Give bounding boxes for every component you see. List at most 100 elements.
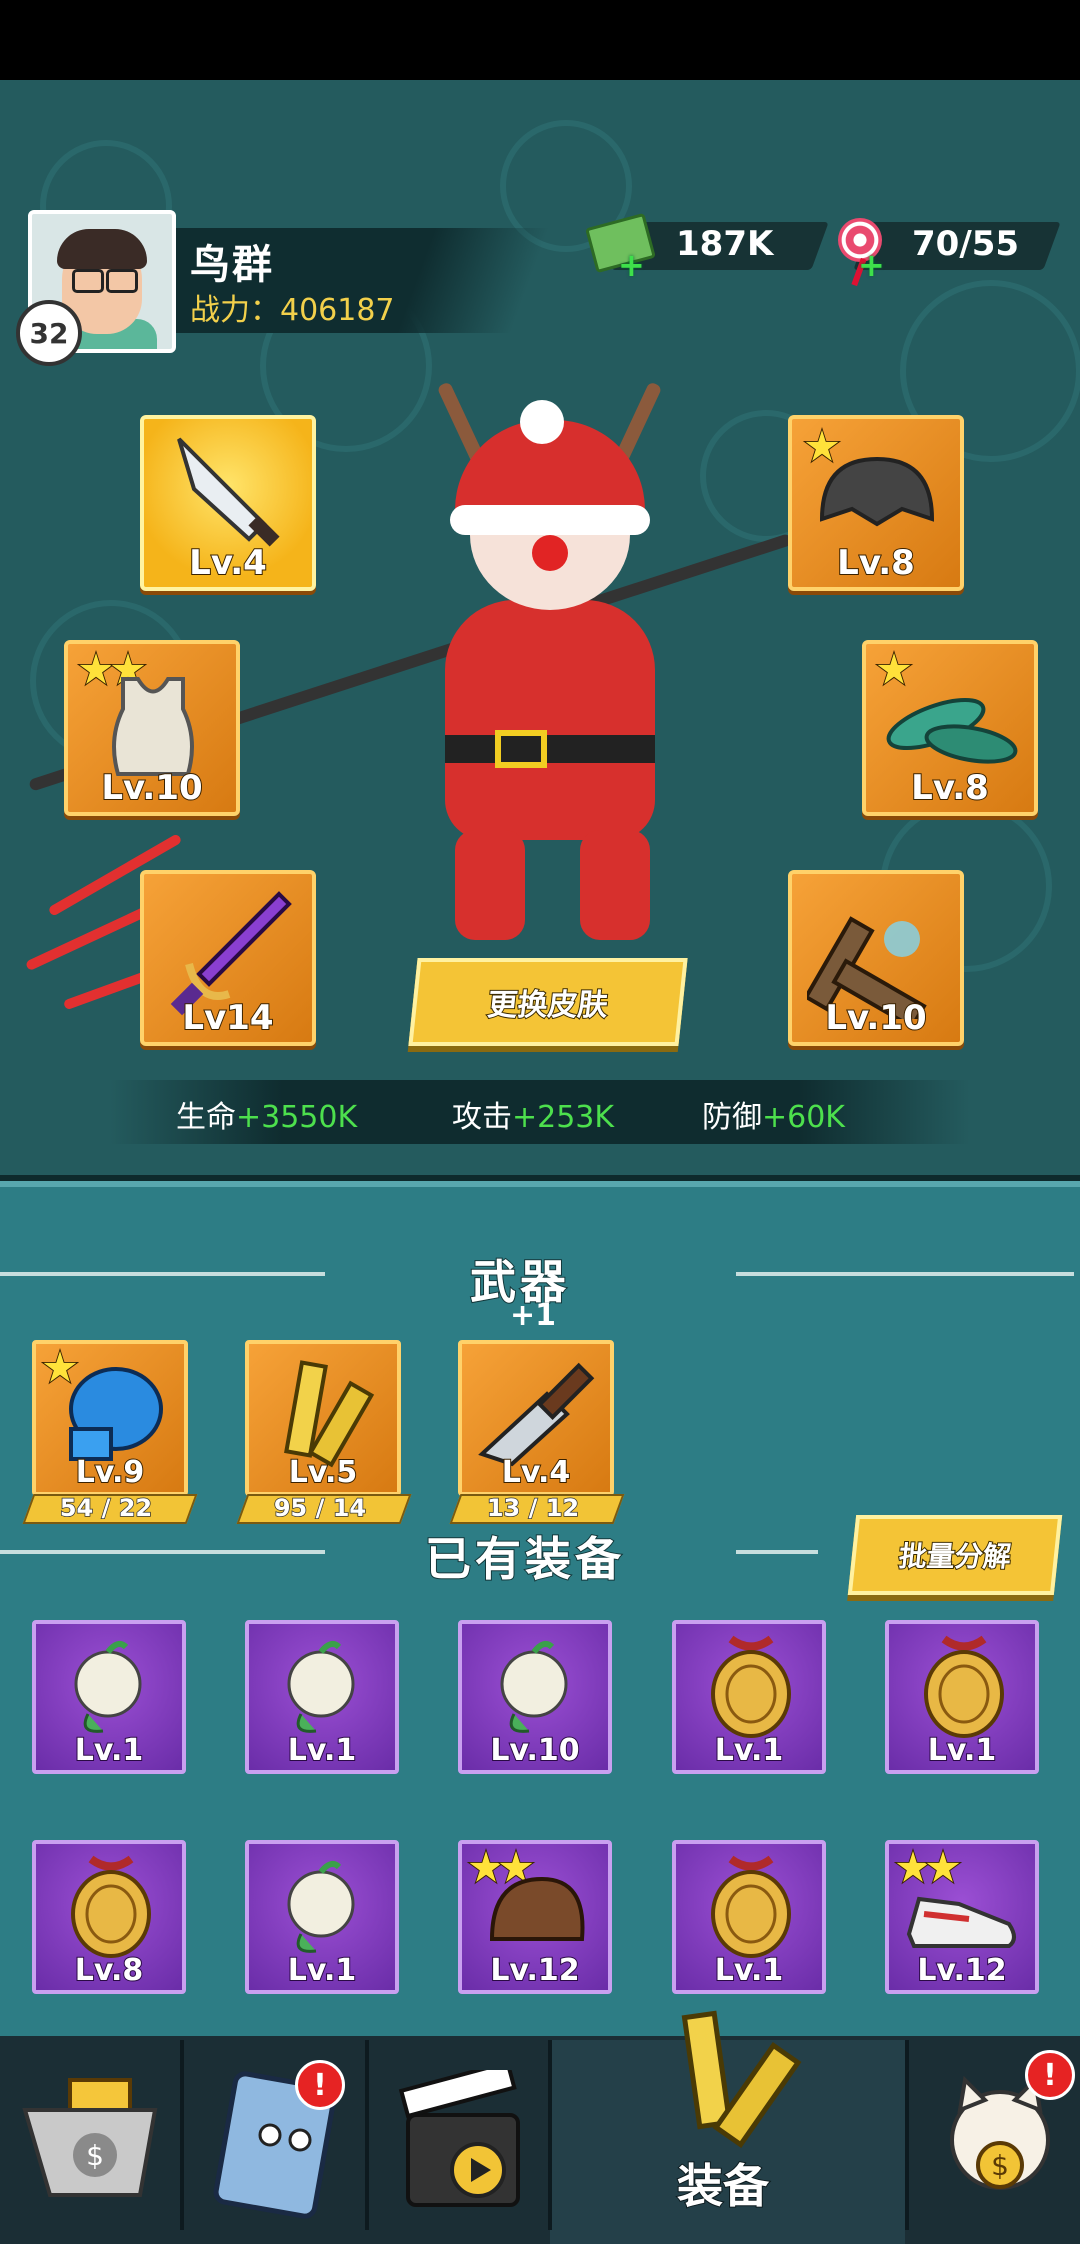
- slot-level: Lv.4: [188, 542, 268, 584]
- medal-icon: [711, 1855, 791, 1958]
- character-belt: [445, 735, 655, 763]
- status-bar: [0, 0, 1080, 80]
- inventory-item[interactable]: Lv.10: [458, 1620, 612, 1774]
- change-skin-button[interactable]: 更换皮肤: [408, 958, 688, 1046]
- nav-separator: [180, 2040, 184, 2230]
- slot-sword[interactable]: Lv14: [140, 870, 316, 1046]
- stat-hp-label: 生命: [176, 1100, 236, 1135]
- red-nose: [532, 535, 568, 571]
- inventory-item[interactable]: Lv.12: [458, 1840, 612, 1994]
- boxing-glove-icon: [69, 1367, 163, 1461]
- santa-hat-trim: [450, 505, 650, 535]
- character-body[interactable]: [445, 600, 655, 840]
- nav-tab-book[interactable]: !: [195, 2050, 360, 2230]
- combat-power: 战力：406187: [190, 285, 395, 329]
- divider-line: [0, 1550, 325, 1554]
- divider-line: [736, 1272, 1074, 1276]
- slot-weapon[interactable]: Lv.4: [140, 415, 316, 591]
- notification-badge: !: [295, 2060, 345, 2110]
- tank-top-icon: [112, 677, 194, 776]
- medal-icon: [924, 1635, 1004, 1738]
- clapperboard-icon: [398, 2070, 520, 2207]
- shopping-cart-icon: $: [22, 2078, 158, 2197]
- player-level-badge: 32: [16, 300, 82, 366]
- sprout-icon: [287, 1640, 355, 1733]
- slot-level: Lv.8: [910, 767, 990, 809]
- slot-accessory[interactable]: Lv.10: [788, 870, 964, 1046]
- stat-atk-value: +253K: [512, 1100, 615, 1135]
- inventory-item[interactable]: Lv.8: [32, 1840, 186, 1994]
- weapon-level: Lv.4: [501, 1454, 572, 1491]
- inventory-item[interactable]: Lv.1: [672, 1840, 826, 1994]
- weapon-card[interactable]: Lv.5: [245, 1340, 401, 1496]
- candy-amount: 70/55: [912, 224, 1020, 264]
- sprout-icon: [287, 1860, 355, 1953]
- slot-helmet[interactable]: Lv.8: [788, 415, 964, 591]
- player-name: 鸟群: [190, 242, 274, 288]
- notification-badge: !: [1025, 2050, 1075, 2100]
- batch-decompose-button[interactable]: 批量分解: [847, 1515, 1063, 1595]
- weapons-bonus: +1: [510, 1298, 557, 1333]
- sprout-icon: [74, 1640, 142, 1733]
- nav-tab-video[interactable]: [378, 2050, 543, 2230]
- stat-attack: 攻击+253K: [452, 1092, 614, 1136]
- item-level: Lv.1: [927, 1732, 998, 1769]
- svg-text:$: $: [991, 2149, 1009, 2182]
- sprout-icon: [500, 1640, 568, 1733]
- character-leg: [580, 830, 650, 940]
- slot-level: Lv14: [181, 997, 274, 1039]
- inventory-item[interactable]: Lv.1: [245, 1620, 399, 1774]
- weapon-progress-text: 95 / 14: [273, 1493, 367, 1523]
- stat-defense: 防御+60K: [702, 1092, 845, 1136]
- weapon-level: Lv.9: [75, 1454, 146, 1491]
- svg-text:$: $: [86, 2139, 104, 2172]
- item-level: Lv.1: [287, 1952, 358, 1989]
- weapon-card[interactable]: Lv.4: [458, 1340, 614, 1496]
- belt-buckle: [495, 730, 547, 768]
- nunchaku-icon: [681, 2010, 802, 2149]
- stat-hp-value: +3550K: [236, 1100, 358, 1135]
- inventory-item[interactable]: Lv.1: [32, 1620, 186, 1774]
- divider-line: [0, 1272, 325, 1276]
- item-level: Lv.12: [489, 1952, 580, 1989]
- inventory-item[interactable]: Lv.1: [885, 1620, 1039, 1774]
- nav-tab-equipment[interactable]: 装备: [552, 2010, 902, 2244]
- slot-level: Lv.10: [824, 997, 927, 1039]
- inventory-item[interactable]: Lv.12: [885, 1840, 1039, 1994]
- item-level: Lv.12: [916, 1952, 1007, 1989]
- character-leg: [455, 830, 525, 940]
- weapon-progress-text: 54 / 22: [59, 1493, 153, 1523]
- star-icon: [877, 653, 911, 684]
- stat-def-label: 防御: [702, 1100, 762, 1135]
- inventory-title: 已有装备: [424, 1531, 625, 1587]
- stat-atk-label: 攻击: [452, 1100, 512, 1135]
- add-cash-button[interactable]: +: [618, 246, 645, 284]
- item-level: Lv.1: [287, 1732, 358, 1769]
- add-candy-button[interactable]: +: [858, 246, 885, 284]
- helmet-icon: [819, 456, 935, 527]
- inventory-item[interactable]: Lv.1: [672, 1620, 826, 1774]
- slot-armor[interactable]: Lv.10: [64, 640, 240, 816]
- power-label: 战力：: [190, 293, 280, 328]
- weapon-level: Lv.5: [288, 1454, 359, 1491]
- sneaker-icon: [906, 1896, 1016, 1948]
- divider-line: [736, 1550, 818, 1554]
- item-level: Lv.8: [74, 1952, 145, 1989]
- weapon-card[interactable]: Lv.9: [32, 1340, 188, 1496]
- item-level: Lv.1: [714, 1952, 785, 1989]
- slot-shoes[interactable]: Lv.8: [862, 640, 1038, 816]
- medal-icon: [711, 1635, 791, 1738]
- flip-flops-icon: [886, 697, 1018, 764]
- inventory-item[interactable]: Lv.1: [245, 1840, 399, 1994]
- nav-tab-lucky-cat[interactable]: $ !: [910, 2050, 1075, 2230]
- cash-amount: 187K: [676, 224, 774, 264]
- slot-level: Lv.8: [836, 542, 916, 584]
- item-level: Lv.10: [489, 1732, 580, 1769]
- medal-icon: [71, 1855, 151, 1958]
- nav-tab-shop[interactable]: $: [10, 2050, 175, 2230]
- cap-icon: [489, 1876, 585, 1941]
- nav-separator: [905, 2040, 909, 2230]
- nav-tab-equipment-label: 装备: [676, 2158, 770, 2214]
- nav-separator: [365, 2040, 369, 2230]
- item-level: Lv.1: [714, 1732, 785, 1769]
